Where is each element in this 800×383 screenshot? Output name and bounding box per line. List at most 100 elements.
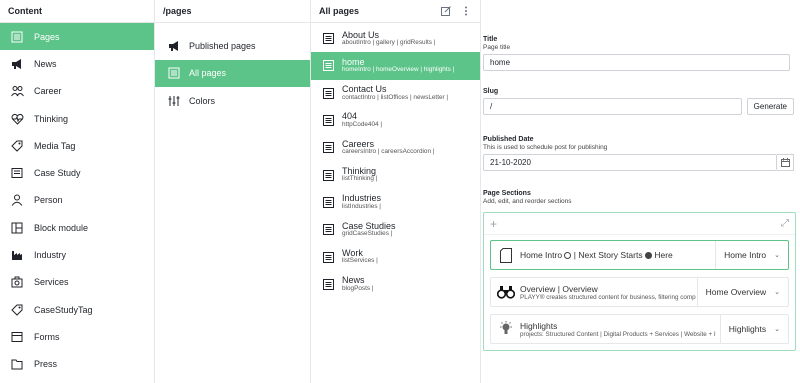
title-input[interactable]: home [483,54,790,71]
section-title: Home Intro | Next Story Starts Here [520,250,673,260]
chevron-down-icon: ⌄ [774,289,780,296]
page-item-subtitle: careersIntro | careersAccordion | [342,148,435,156]
section-item-home-intro[interactable]: Home Intro | Next Story Starts Here Home… [490,240,789,270]
published-date-field: Published Date This is used to schedule … [483,136,794,171]
content-item-services[interactable]: Services [0,269,154,296]
filter-published-pages[interactable]: Published pages [155,32,310,60]
content-item-media-tag[interactable]: Media Tag [0,132,154,159]
content-item-case-study-tag[interactable]: CaseStudyTag [0,296,154,323]
content-item-case-study[interactable]: Case Study [0,159,154,186]
document-icon [322,251,334,263]
more-menu-icon[interactable] [460,5,472,17]
page-document-list: About Us aboutIntro | gallery | gridResul… [311,25,480,298]
filter-colors[interactable]: Colors [155,87,310,115]
page-item-about-us[interactable]: About Us aboutIntro | gallery | gridResul… [311,25,480,52]
section-title: Overview | Overview [520,283,598,294]
page-item-thinking[interactable]: Thinking listThinking | [311,161,480,188]
slug-input[interactable]: / [483,98,742,115]
title-description: Page title [483,44,511,51]
content-pane-title: Content [8,6,42,16]
section-item-overview[interactable]: Overview | Overview PLAYY® creates struc… [490,277,789,307]
section-subtitle: projects: Structured Content | Digital P… [520,330,716,338]
document-icon [322,87,334,99]
content-item-label: Media Tag [34,140,76,151]
pages-pane: /pages Published pages All pages Colors [155,0,311,383]
content-item-label: Press [34,359,58,370]
content-item-person[interactable]: Person [0,187,154,214]
sliders-icon [167,94,181,108]
press-icon [10,357,24,371]
page-sections-field-header: Page Sections Add, edit, and reorder sec… [483,190,794,205]
sections-toolbar: + ⤢ [484,213,795,235]
content-item-thinking[interactable]: Thinking [0,105,154,132]
binoculars-icon [497,283,515,301]
section-type-select[interactable]: Home Overview ⌄ [696,278,788,306]
page-item-work[interactable]: Work listServices | [311,243,480,270]
document-icon [322,196,334,208]
page-item-subtitle: gridCaseStudies | [342,230,393,238]
camera-icon [10,275,24,289]
expand-icon[interactable]: ⤢ [781,218,789,229]
content-item-pages[interactable]: Pages [0,23,154,51]
slug-label: Slug [483,88,499,95]
document-icon [322,142,334,154]
heart-pulse-icon [10,112,24,126]
factory-icon [10,248,24,262]
content-item-label: CaseStudyTag [34,304,93,315]
document-icon [322,33,334,45]
content-item-label: Pages [34,31,60,42]
pages-filter-list: Published pages All pages Colors [155,32,310,115]
filter-label: All pages [189,68,227,79]
page-item-case-studies[interactable]: Case Studies gridCaseStudies | [311,216,480,243]
page-sections-description: Add, edit, and reorder sections [483,198,572,205]
chevron-down-icon: ⌄ [774,326,780,333]
published-date-label: Published Date [483,136,534,143]
published-date-input[interactable]: 21-10-2020 [483,154,778,171]
page-item-subtitle: listServices | [342,257,378,265]
document-icon [322,169,334,181]
filter-label: Colors [189,95,216,106]
pages-pane-header: /pages [155,0,310,23]
page-item-404[interactable]: 404 httpCode404 | [311,107,480,134]
add-section-icon[interactable]: + [490,217,497,231]
content-item-press[interactable]: Press [0,351,154,378]
content-item-industry[interactable]: Industry [0,241,154,268]
page-item-subtitle: listThinking | [342,175,378,183]
all-pages-title: All pages [319,6,360,16]
content-type-list: Pages News Career Thinking Media Tag Cas… [0,23,154,378]
published-date-description: This is used to schedule post for publis… [483,144,608,151]
compose-icon[interactable] [440,5,452,17]
content-item-career[interactable]: Career [0,78,154,105]
dot-emoji-icon [644,252,652,260]
megaphone-icon [167,39,181,53]
section-type-select[interactable]: Home Intro ⌄ [715,241,788,269]
content-item-label: Person [34,195,63,206]
content-item-news[interactable]: News [0,50,154,77]
generate-slug-button[interactable]: Generate [746,98,794,115]
page-sections-label: Page Sections [483,190,531,197]
page-item-home[interactable]: home homeIntro | homeOverview | highlight… [311,52,480,80]
content-item-label: Career [34,86,62,97]
pages-pane-title: /pages [163,6,192,16]
all-pages-pane: All pages About Us aboutIntro | gallery |… [311,0,481,383]
section-subtitle: PLAYY® creates structured content for bu… [520,293,696,301]
content-item-label: Block module [34,222,89,233]
page-item-news[interactable]: News blogPosts | [311,271,480,298]
content-item-block-module[interactable]: Block module [0,214,154,241]
document-icon [322,115,334,127]
page-item-industries[interactable]: Industries listIndustries | [311,189,480,216]
title-label: Title [483,36,498,43]
page-item-careers[interactable]: Careers careersIntro | careersAccordion | [311,134,480,161]
page-item-contact-us[interactable]: Contact Us contactIntro | listOffices | n… [311,80,480,107]
ring-emoji-icon [564,252,572,260]
filter-all-pages[interactable]: All pages [155,59,310,87]
chevron-down-icon: ⌄ [774,252,780,259]
page-item-subtitle: homeIntro | homeOverview | highlights | [342,66,455,74]
folder-icon [10,166,24,180]
content-item-label: Thinking [34,113,69,124]
calendar-icon[interactable] [777,154,794,171]
section-type-select[interactable]: Highlights ⌄ [719,315,788,343]
content-item-forms[interactable]: Forms [0,323,154,350]
content-item-label: News [34,58,57,69]
section-item-highlights[interactable]: Highlights projects: Structured Content … [490,314,789,344]
